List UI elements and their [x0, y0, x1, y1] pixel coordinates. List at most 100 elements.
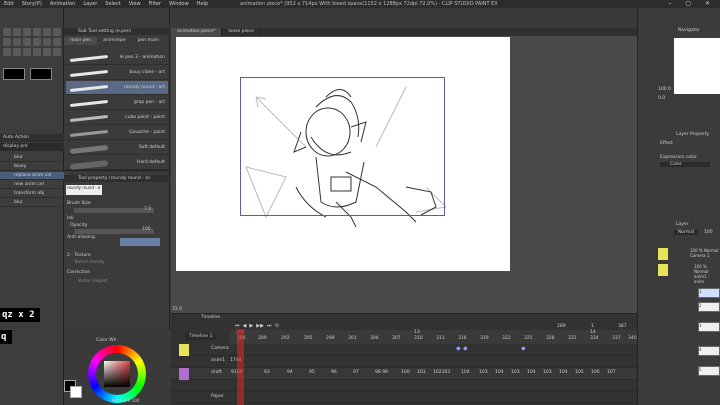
action-item[interactable]: transform obj — [0, 190, 64, 198]
action-item[interactable]: new anim cel — [0, 181, 64, 189]
brush-item[interactable]: grap pen - art — [66, 96, 168, 110]
brush-tool-icon[interactable] — [13, 28, 21, 36]
layer-cel[interactable]: 5 — [698, 366, 720, 376]
subtool-tab-main-pen[interactable]: main pen — [64, 37, 98, 45]
action-item[interactable]: blur — [0, 154, 64, 162]
menu-view[interactable]: View — [129, 1, 141, 7]
brush-item[interactable]: Hard default — [66, 156, 168, 170]
keyframe-icon[interactable]: ◆ — [456, 345, 461, 352]
subtool-tab-pen-main[interactable]: pen main — [132, 37, 165, 45]
navigator-zoom[interactable]: 100.0 — [658, 87, 671, 92]
layer-cel-selected[interactable]: 1 — [698, 288, 720, 298]
brush-item[interactable]: Soft default — [66, 141, 168, 155]
hand-tool-icon[interactable] — [23, 38, 31, 46]
layer-cel[interactable]: 2 — [698, 302, 720, 312]
main-color-swatch[interactable] — [3, 68, 25, 80]
layer-camera[interactable]: 100 % Normal Camera 1 — [690, 248, 720, 258]
keystroke-overlay: qz x 2 — [0, 308, 40, 322]
next-frame-icon[interactable]: ▶▶ — [256, 323, 264, 330]
texture-density-label: Texture density — [74, 259, 105, 264]
menu-animation[interactable]: Animation — [50, 1, 76, 7]
eyedropper-tool-icon[interactable] — [43, 38, 51, 46]
timeline-playhead[interactable] — [237, 330, 244, 405]
menu-filter[interactable]: Filter — [149, 1, 161, 7]
frame-number: 307 — [392, 336, 401, 341]
window-controls[interactable]: – ▢ ✕ — [668, 0, 716, 7]
frame-number: 337 — [612, 336, 621, 341]
color-wheel[interactable] — [88, 345, 146, 403]
balloon-tool-icon[interactable] — [43, 48, 51, 56]
text-tool-icon[interactable] — [3, 38, 11, 46]
menu-select[interactable]: Select — [105, 1, 120, 7]
prev-frame-icon[interactable]: ◀ — [243, 323, 247, 330]
subtool-header: Sub Tool setting (e.pen) — [64, 28, 170, 35]
brush-item[interactable]: Gouache - paint — [66, 126, 168, 140]
cel-value: 104 — [527, 370, 536, 375]
keyframe-icon[interactable]: ◆ — [521, 345, 526, 352]
canvas-tab[interactable]: loose piece — [222, 28, 261, 36]
keyframe-icon[interactable]: ◆ — [463, 345, 468, 352]
layer-cel[interactable]: 4 — [698, 346, 720, 356]
timeline-selector[interactable]: Timeline 1 — [185, 333, 217, 340]
menu-edit[interactable]: Edit — [4, 1, 14, 7]
cel-value: 98 99 — [375, 370, 388, 375]
action-item-selected[interactable]: replace anim cel — [0, 172, 64, 180]
brush-item[interactable]: cube paint - paint — [66, 111, 168, 125]
zoom-readout[interactable]: 72.0 — [172, 307, 182, 312]
tool-property-header: Tool property (roundy round - a) — [64, 175, 170, 182]
correct-line-tool-icon[interactable] — [53, 48, 61, 56]
expression-color-dropdown[interactable]: Color — [660, 162, 710, 167]
cel-value: 106 — [591, 370, 600, 375]
opacity-value: 100 — [142, 227, 151, 232]
window-title: animation piece* (952 x 714px With bleed… — [240, 1, 498, 7]
first-frame-icon[interactable]: ⏮ — [235, 323, 240, 330]
color-hsv-readout: H 0 S 0 V 100 — [112, 398, 140, 403]
action-item[interactable]: bluey — [0, 163, 64, 171]
layer-anim1[interactable]: 100 % Normal anim1 - anim — [694, 264, 720, 284]
brush-size-slider[interactable] — [74, 208, 154, 213]
menu-story[interactable]: Story(P) — [22, 1, 42, 7]
blend-mode-dropdown[interactable]: Normal — [674, 230, 699, 235]
ink-label: Ink — [67, 216, 74, 221]
play-icon[interactable]: ▶ — [249, 323, 253, 330]
figure-tool-icon[interactable] — [53, 38, 61, 46]
select-tool-icon[interactable] — [33, 28, 41, 36]
menu-layer[interactable]: Layer — [83, 1, 97, 7]
layer-cel[interactable]: 3 — [698, 322, 720, 332]
fill-tool-icon[interactable] — [53, 28, 61, 36]
ruler-tool-icon[interactable] — [3, 48, 11, 56]
layer-opacity[interactable]: 100 — [704, 230, 713, 235]
frame-tool-icon[interactable] — [33, 48, 41, 56]
canvas-tab-active[interactable]: animation piece* — [171, 28, 223, 36]
lasso-tool-icon[interactable] — [43, 28, 51, 36]
canvas-tabs: animation piece* loose piece — [171, 28, 637, 36]
gradient-tool-icon[interactable] — [13, 38, 21, 46]
brush-item[interactable]: bouy clone - art — [66, 66, 168, 80]
navigator-preview[interactable] — [674, 38, 720, 94]
move-tool-icon[interactable] — [23, 48, 31, 56]
menu-window[interactable]: Window — [169, 1, 189, 7]
anti-aliasing-selector[interactable] — [120, 238, 160, 246]
pen-tool-icon[interactable] — [3, 28, 11, 36]
blend-tool-icon[interactable] — [13, 48, 21, 56]
background-color-swatch[interactable] — [70, 386, 82, 398]
action-item[interactable]: blur — [0, 199, 64, 207]
navigator-rotation[interactable]: 0.0 — [658, 96, 665, 101]
auto-action-dropdown[interactable]: display pre — [0, 143, 64, 151]
cel-value: 96 — [331, 370, 337, 375]
menu-bar: Edit Story(P) Animation Layer Select Vie… — [0, 0, 720, 8]
loop-icon[interactable]: ⟲ — [274, 323, 278, 330]
brush-item[interactable]: le pen 3 - animation — [66, 51, 168, 65]
brush-preset-preview[interactable]: roundy round - a — [66, 185, 102, 195]
playback-controls: ⏮ ◀ ▶ ▶▶ ⏭ ⟲ — [235, 323, 355, 330]
zoom-tool-icon[interactable] — [33, 38, 41, 46]
frame-number: 295 — [304, 336, 313, 341]
eraser-tool-icon[interactable] — [23, 28, 31, 36]
subtool-tab-animimpe[interactable]: animimpe — [97, 37, 132, 45]
tool-palette: Auto Action display pre blur bluey repla… — [0, 8, 64, 405]
brush-item-selected[interactable]: roundy round - art — [66, 81, 168, 95]
menu-help[interactable]: Help — [197, 1, 208, 7]
camera-frame — [240, 77, 445, 216]
last-frame-icon[interactable]: ⏭ — [267, 323, 272, 330]
sub-color-swatch[interactable] — [30, 68, 52, 80]
